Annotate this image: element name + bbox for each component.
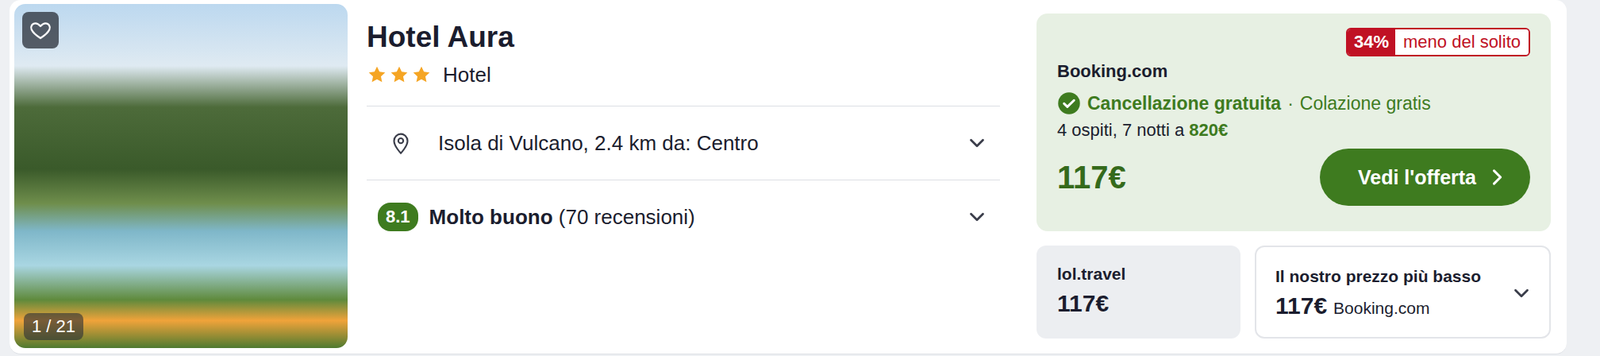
location-text: Isola di Vulcano, 2.4 km da: Centro xyxy=(438,130,966,156)
star-icon xyxy=(388,64,410,85)
lowest-line: 117€ Booking.com xyxy=(1275,292,1510,320)
lowest-info: Il nostro prezzo più basso 117€ Booking.co… xyxy=(1275,266,1510,320)
discount-badge: 34%meno del solito xyxy=(1346,27,1531,57)
discount-percent: 34% xyxy=(1347,29,1396,55)
location-row[interactable]: Isola di Vulcano, 2.4 km da: Centro xyxy=(366,105,1000,180)
breakfast-text: Colazione gratis xyxy=(1300,92,1431,115)
separator: · xyxy=(1287,92,1294,115)
star-icon xyxy=(366,64,388,85)
cancellation-text: Cancellazione gratuita xyxy=(1087,92,1281,115)
rating-score: 8.1 xyxy=(377,202,419,231)
view-offer-button[interactable]: Vedi l'offerta xyxy=(1319,148,1531,206)
offer-price: 117€ xyxy=(1057,159,1127,196)
rating-label: Molto buono xyxy=(429,204,554,229)
star-rating xyxy=(366,64,432,85)
stay-summary: 4 ospiti, 7 notti a 820€ xyxy=(1057,119,1531,141)
chevron-down-icon[interactable] xyxy=(965,204,989,229)
photo-counter: 1 / 21 xyxy=(23,312,84,340)
chevron-right-icon[interactable] xyxy=(1485,165,1508,189)
hotel-name[interactable]: Hotel Aura xyxy=(366,19,1000,55)
main-offer[interactable]: 34%meno del solito Booking.com Cancellazio… xyxy=(1036,13,1551,231)
lowest-label: Il nostro prezzo più basso xyxy=(1275,266,1510,286)
star-icon xyxy=(411,64,432,85)
stay-text: 4 ospiti, 7 notti a xyxy=(1057,119,1185,140)
lowest-price-value: 117€ xyxy=(1275,292,1327,320)
location-pin-icon xyxy=(387,129,415,157)
rating-text: Molto buono (70 recensioni) xyxy=(429,204,966,230)
hotel-photo[interactable]: 1 / 21 xyxy=(14,3,348,348)
price-panel: 34%meno del solito Booking.com Cancellazio… xyxy=(1036,3,1551,347)
hotel-type: Hotel xyxy=(442,62,492,88)
chevron-down-icon[interactable] xyxy=(965,130,989,155)
rating-row[interactable]: 8.1 Molto buono (70 recensioni) xyxy=(366,179,1000,254)
discount-row: 34%meno del solito xyxy=(1057,27,1531,57)
discount-label: meno del solito xyxy=(1395,29,1529,55)
alt-provider: lol.travel xyxy=(1057,264,1220,284)
lowest-provider: Booking.com xyxy=(1333,298,1430,318)
alt-price: 117€ xyxy=(1057,289,1220,317)
button-label[interactable]: Vedi l'offerta xyxy=(1357,165,1477,189)
offer-bottom: 117€ Vedi l'offerta xyxy=(1057,148,1531,206)
check-icon xyxy=(1057,91,1081,116)
hotel-category: Hotel xyxy=(366,54,1000,95)
stay-total: 820€ xyxy=(1188,119,1228,140)
favorite-button[interactable] xyxy=(22,11,59,49)
hotel-info: Hotel Aura Hotel Isola di Vulcano, 2.4 km … xyxy=(366,3,1000,347)
lowest-price[interactable]: Il nostro prezzo più basso 117€ Booking.co… xyxy=(1254,245,1551,339)
review-count: (70 recensioni) xyxy=(558,204,696,229)
other-offers: lol.travel117€Il nostro prezzo più basso… xyxy=(1036,245,1551,339)
hotel-card[interactable]: 1 / 21 Hotel Aura Hotel Isola di Vulcano, 2… xyxy=(9,0,1567,354)
heart-icon[interactable] xyxy=(28,18,53,43)
chevron-down-icon[interactable] xyxy=(1509,280,1534,305)
offer-provider: Booking.com xyxy=(1057,61,1531,82)
offer-perks: Cancellazione gratuita · Colazione gratis xyxy=(1057,91,1531,116)
alt-offer[interactable]: lol.travel 117€ xyxy=(1036,245,1241,339)
